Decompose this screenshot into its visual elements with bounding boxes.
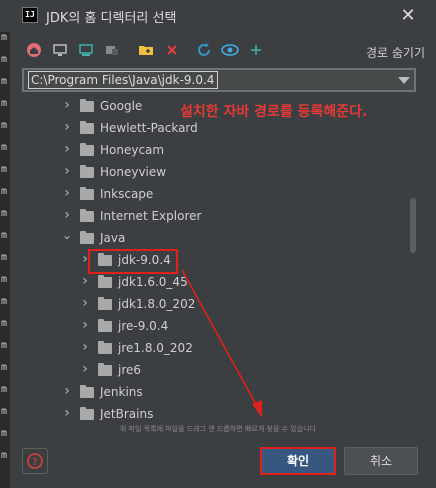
annotation-arrow bbox=[181, 269, 262, 418]
svg-text:?: ? bbox=[32, 457, 37, 468]
help-icon: ? bbox=[27, 453, 43, 469]
help-button[interactable]: ? bbox=[22, 448, 48, 474]
ok-button[interactable]: 확인 bbox=[260, 447, 336, 475]
drag-drop-hint: 위 파일 목록에 파일을 드래그 앤 드롭하면 빠르게 찾을 수 있습니다 bbox=[119, 425, 317, 433]
cancel-button[interactable]: 취소 bbox=[344, 447, 418, 475]
